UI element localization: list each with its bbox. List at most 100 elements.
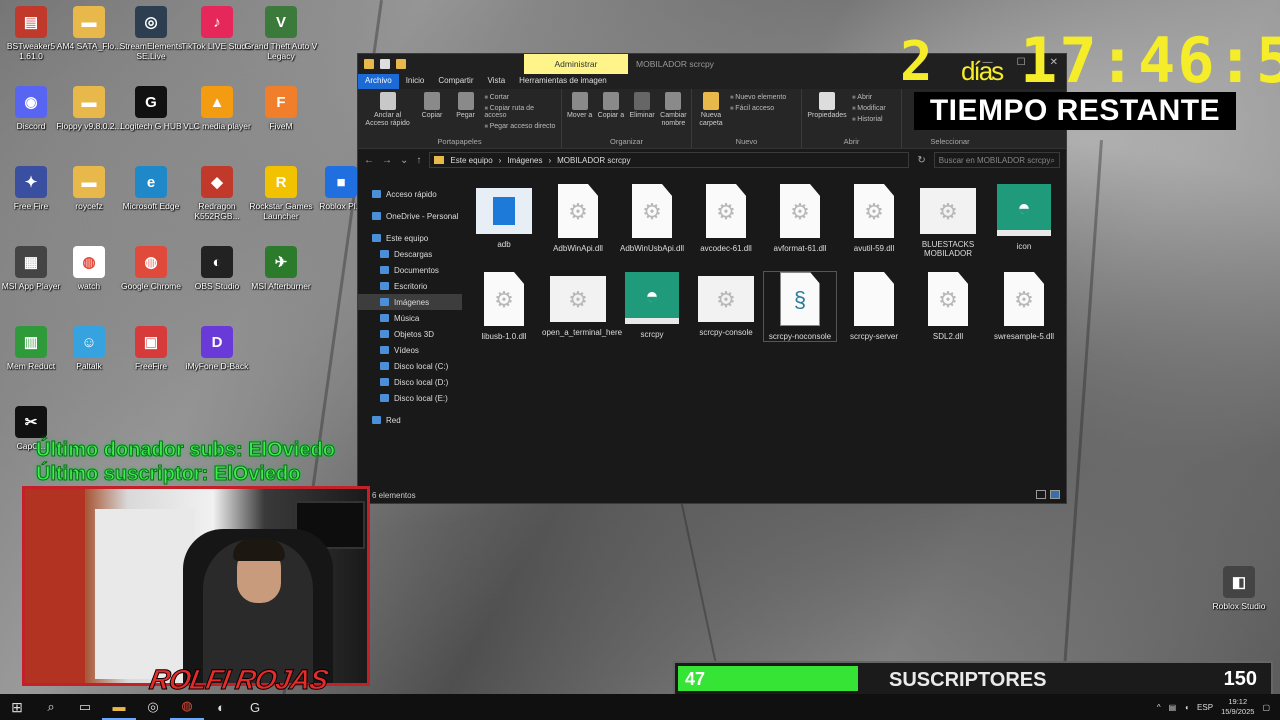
file-explorer-icon[interactable]: ▬ bbox=[102, 694, 136, 720]
breadcrumb-item[interactable]: MOBILADOR scrcpy bbox=[557, 156, 630, 165]
file-item[interactable]: scrcpy-server bbox=[838, 272, 910, 341]
file-item[interactable]: ⚙ swresample-5.dll bbox=[988, 272, 1060, 341]
forward-icon[interactable]: → bbox=[382, 155, 392, 166]
new-folder-icon[interactable] bbox=[396, 59, 406, 69]
ribbon-tab[interactable]: Compartir bbox=[431, 74, 480, 89]
copy-path-button[interactable]: Copiar ruta de acceso bbox=[484, 105, 557, 119]
easy-access-button[interactable]: Fácil acceso bbox=[730, 105, 786, 112]
nav-item[interactable]: Disco local (E:) bbox=[358, 390, 462, 406]
context-tab-manage[interactable]: Administrar bbox=[524, 54, 628, 74]
file-item[interactable]: ⚙ avformat-61.dll bbox=[764, 184, 836, 253]
breadcrumb-item[interactable]: Imágenes bbox=[507, 156, 542, 165]
chrome-icon[interactable]: ◍ bbox=[170, 694, 204, 720]
clock[interactable]: 19:12 15/9/2025 bbox=[1221, 697, 1254, 717]
volume-icon[interactable]: ◖ bbox=[1184, 703, 1189, 712]
file-name: scrcpy-server bbox=[849, 332, 898, 341]
start-button[interactable]: ⊞ bbox=[0, 694, 34, 720]
ribbon-group-open: Propiedades Abrir Modificar Historial Ab… bbox=[802, 89, 902, 148]
webcam-background bbox=[25, 489, 85, 683]
notification-icon[interactable]: ▢ bbox=[1262, 703, 1270, 712]
file-item[interactable]: ⚙ SDL2.dll bbox=[912, 272, 984, 341]
new-item-button[interactable]: Nuevo elemento bbox=[730, 94, 786, 101]
desktop-icon[interactable]: V Grand Theft Auto V Legacy bbox=[244, 6, 318, 61]
ribbon-tab[interactable]: Vista bbox=[481, 74, 513, 89]
file-item[interactable]: ⚙ avcodec-61.dll bbox=[690, 184, 762, 253]
copy-to-label: Copiar a bbox=[597, 112, 625, 119]
path-field[interactable]: Este equipo › Imágenes › MOBILADOR scrcp… bbox=[429, 152, 910, 168]
nav-item[interactable]: OneDrive - Personal bbox=[358, 208, 462, 224]
obs-icon[interactable]: ◐ bbox=[204, 694, 238, 720]
history-button[interactable]: Historial bbox=[852, 116, 886, 123]
file-item[interactable]: ⚙ BLUESTACKS MOBILADOR bbox=[912, 184, 984, 258]
file-item[interactable]: ⚙ AdbWinUsbApi.dll bbox=[616, 184, 688, 253]
search-input[interactable]: Buscar en MOBILADOR scrcpy ⌕ bbox=[933, 152, 1060, 168]
desktop-icon-label: MSI Afterburner bbox=[251, 281, 311, 291]
chevron-up-icon[interactable]: ^ bbox=[1157, 703, 1161, 712]
streamelements-icon[interactable]: ◎ bbox=[136, 694, 170, 720]
file-item[interactable]: § scrcpy-noconsole bbox=[763, 271, 837, 342]
file-item[interactable]: ⚙ AdbWinApi.dll bbox=[542, 184, 614, 253]
nav-item[interactable]: Imágenes bbox=[358, 294, 462, 310]
nav-item[interactable]: Objetos 3D bbox=[358, 326, 462, 342]
logitech-icon[interactable]: G bbox=[238, 694, 272, 720]
desktop-icon[interactable]: ✈ MSI Afterburner bbox=[244, 246, 318, 291]
desktop-icon[interactable]: F FiveM bbox=[244, 86, 318, 131]
ribbon-tab[interactable]: Inicio bbox=[399, 74, 432, 89]
desktop-icon[interactable]: G Logitech G HUB bbox=[114, 86, 188, 131]
folder-icon[interactable] bbox=[364, 59, 374, 69]
ribbon-tab[interactable]: Herramientas de imagen bbox=[512, 74, 614, 89]
nav-item-icon bbox=[380, 330, 389, 338]
paste-shortcut-button[interactable]: Pegar acceso directo bbox=[484, 123, 557, 130]
nav-item[interactable]: Disco local (C:) bbox=[358, 358, 462, 374]
file-item[interactable]: ⚙ open_a_terminal_here bbox=[542, 272, 622, 337]
large-icons-view-icon[interactable] bbox=[1050, 490, 1060, 499]
nav-item[interactable]: Escritorio bbox=[358, 278, 462, 294]
nav-item[interactable]: Este equipo bbox=[358, 230, 462, 246]
desktop-icon[interactable]: ◍ Google Chrome bbox=[114, 246, 188, 291]
file-item[interactable]: ◓ icon bbox=[988, 184, 1060, 251]
nav-item[interactable]: Vídeos bbox=[358, 342, 462, 358]
task-view-icon[interactable]: ▭ bbox=[68, 694, 102, 720]
refresh-icon[interactable]: ↻ bbox=[917, 155, 925, 166]
desktop-icon[interactable]: ◐ OBS Studio bbox=[180, 246, 254, 291]
chevron-down-icon[interactable]: ⌄ bbox=[400, 155, 408, 166]
desktop-icon[interactable]: DiMyFone D-Back bbox=[180, 326, 254, 371]
nav-item[interactable]: Documentos bbox=[358, 262, 462, 278]
file-name: icon bbox=[1016, 242, 1032, 251]
file-item[interactable]: ⚙ avutil-59.dll bbox=[838, 184, 910, 253]
file-item[interactable]: adb bbox=[468, 184, 540, 249]
file-item[interactable]: ⚙ libusb-1.0.dll bbox=[468, 272, 540, 341]
details-view-icon[interactable] bbox=[1036, 490, 1046, 499]
nav-item-icon bbox=[372, 190, 381, 198]
file-name: AdbWinApi.dll bbox=[553, 244, 603, 253]
language-indicator[interactable]: ESP bbox=[1197, 703, 1213, 712]
nav-item[interactable]: Disco local (D:) bbox=[358, 374, 462, 390]
nav-item[interactable]: Música bbox=[358, 310, 462, 326]
search-icon[interactable]: ⌕ bbox=[34, 694, 68, 720]
file-item[interactable]: ◓ scrcpy bbox=[616, 272, 688, 339]
desktop-icon[interactable]: ◆ Redragon K552RGB... bbox=[180, 166, 254, 221]
nav-item-icon bbox=[380, 266, 389, 274]
nav-item[interactable]: Descargas bbox=[358, 246, 462, 262]
file-item[interactable]: ⚙ scrcpy-console bbox=[690, 272, 762, 337]
cut-button[interactable]: Cortar bbox=[484, 94, 557, 101]
back-icon[interactable]: ← bbox=[364, 155, 374, 166]
properties-icon bbox=[819, 92, 835, 110]
desktop-icon[interactable]: ◎ StreamElements SE.Live bbox=[114, 6, 188, 61]
breadcrumb-item[interactable]: Este equipo bbox=[450, 156, 492, 165]
modify-button[interactable]: Modificar bbox=[852, 105, 885, 112]
open-button[interactable]: Abrir bbox=[852, 94, 886, 101]
nav-item[interactable]: Acceso rápido bbox=[358, 186, 462, 202]
ribbon-tab[interactable]: Archivo bbox=[358, 74, 399, 89]
app-icon: ✈ bbox=[265, 246, 297, 278]
desktop-icon[interactable]: ▲ VLC media player bbox=[180, 86, 254, 131]
desktop-icon[interactable]: ♪ TikTok LIVE Studio bbox=[180, 6, 254, 51]
properties-icon[interactable] bbox=[380, 59, 390, 69]
desktop-icon[interactable]: ◧ Roblox Studio bbox=[1202, 566, 1276, 611]
desktop-icon[interactable]: ▣ FreeFire bbox=[114, 326, 188, 371]
up-icon[interactable]: ↑ bbox=[416, 155, 421, 166]
nav-item[interactable]: Red bbox=[358, 412, 462, 428]
android-icon: ◓ bbox=[997, 184, 1051, 236]
desktop-icon[interactable]: e Microsoft Edge bbox=[114, 166, 188, 211]
network-icon[interactable]: ▤ bbox=[1169, 703, 1177, 712]
